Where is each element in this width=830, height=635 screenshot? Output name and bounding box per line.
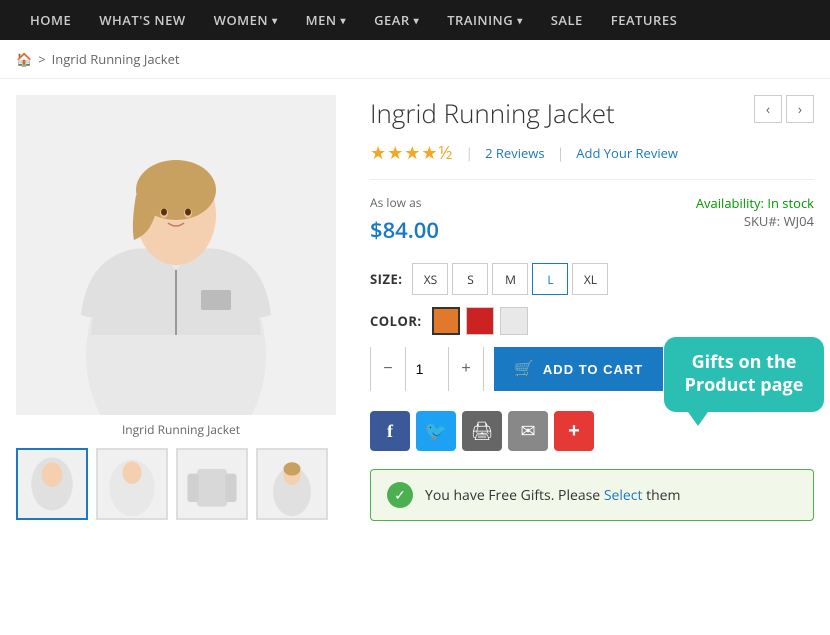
gifts-tooltip: Gifts on the Product page [664,337,824,412]
navigation: HOME WHAT'S NEW WOMEN▾ MEN▾ GEAR▾ TRAINI… [0,0,830,40]
qty-increase-button[interactable]: + [449,347,483,391]
breadcrumb-current: Ingrid Running Jacket [52,50,180,68]
size-label: SIZE: [370,270,402,288]
chevron-down-icon: ▾ [341,13,347,27]
nav-sale[interactable]: SALE [537,0,597,40]
free-gifts-banner: ✓ You have Free Gifts. Please Select the… [370,469,814,521]
chevron-down-icon: ▾ [517,13,523,27]
main-content: Ingrid Running Jacket [0,79,830,537]
nav-whats-new[interactable]: WHAT'S NEW [85,0,199,40]
star-rating: ★★★★½ [370,141,453,165]
product-title-row: Ingrid Running Jacket ‹ › [370,95,814,131]
thumbnail-2[interactable] [96,448,168,520]
next-product-button[interactable]: › [786,95,814,123]
nav-training[interactable]: TRAINING▾ [433,0,537,40]
quantity-control: − + [370,347,484,391]
breadcrumb-separator: > [38,50,45,68]
qty-decrease-button[interactable]: − [371,347,405,391]
left-panel: Ingrid Running Jacket [16,95,346,520]
cart-row: − + 🛒 ADD TO CART ♡ Gifts on the Product… [370,347,814,391]
right-panel: Ingrid Running Jacket ‹ › ★★★★½ | 2 Revi… [370,95,814,521]
email-icon: ✉ [520,421,535,442]
nav-men[interactable]: MEN▾ [292,0,360,40]
image-caption: Ingrid Running Jacket [16,421,346,438]
availability-section: Availability: In stock SKU#: WJ04 [696,194,814,230]
facebook-icon: f [387,421,393,442]
thumbnail-4[interactable] [256,448,328,520]
as-low-as-label: As low as [370,194,439,211]
email-share-button[interactable]: ✉ [508,411,548,451]
print-icon: 🖨 [471,421,494,442]
social-share-row: f 🐦 🖨 ✉ + [370,411,814,451]
add-to-cart-button[interactable]: 🛒 ADD TO CART [494,347,663,391]
select-gifts-link[interactable]: Select [604,486,643,505]
main-product-image [16,95,336,415]
cart-icon: 🛒 [514,359,535,379]
home-icon[interactable]: 🏠 [16,50,32,68]
color-label: COLOR: [370,312,422,330]
size-l[interactable]: L [532,263,568,295]
facebook-share-button[interactable]: f [370,411,410,451]
color-white[interactable] [500,307,528,335]
free-gifts-text: You have Free Gifts. Please Select them [425,486,681,505]
sku-text: SKU#: WJ04 [696,212,814,230]
thumbnail-3[interactable] [176,448,248,520]
nav-home[interactable]: HOME [16,0,85,40]
qty-input[interactable] [405,347,449,391]
add-review-link[interactable]: Add Your Review [576,144,678,162]
availability-text: Availability: In stock [696,194,814,212]
prev-product-button[interactable]: ‹ [754,95,782,123]
rating-row: ★★★★½ | 2 Reviews | Add Your Review [370,141,814,180]
nav-features[interactable]: FEATURES [597,0,691,40]
availability-value: In stock [767,194,814,212]
size-s[interactable]: S [452,263,488,295]
color-orange[interactable] [432,307,460,335]
chevron-down-icon: ▾ [414,13,420,27]
price-avail-section: As low as $84.00 Availability: In stock … [370,194,814,245]
product-title: Ingrid Running Jacket [370,95,615,131]
size-option-row: SIZE: XS S M L XL [370,263,814,295]
check-icon: ✓ [387,482,413,508]
color-red[interactable] [466,307,494,335]
thumbnail-1[interactable] [16,448,88,520]
twitter-share-button[interactable]: 🐦 [416,411,456,451]
more-share-button[interactable]: + [554,411,594,451]
chevron-down-icon: ▾ [272,13,278,27]
nav-gear[interactable]: GEAR▾ [360,0,433,40]
product-price: $84.00 [370,215,439,245]
color-options [432,307,528,335]
twitter-icon: 🐦 [425,421,447,442]
size-m[interactable]: M [492,263,528,295]
size-xs[interactable]: XS [412,263,448,295]
thumbnail-list [16,448,346,520]
size-xl[interactable]: XL [572,263,608,295]
color-option-row: COLOR: [370,307,814,335]
breadcrumb: 🏠 > Ingrid Running Jacket [0,40,830,79]
reviews-link[interactable]: 2 Reviews [485,144,545,162]
print-button[interactable]: 🖨 [462,411,502,451]
product-nav-arrows: ‹ › [754,95,814,123]
nav-women[interactable]: WOMEN▾ [200,0,292,40]
price-section: As low as $84.00 [370,194,439,245]
plus-icon: + [568,420,580,443]
size-options: XS S M L XL [412,263,608,295]
